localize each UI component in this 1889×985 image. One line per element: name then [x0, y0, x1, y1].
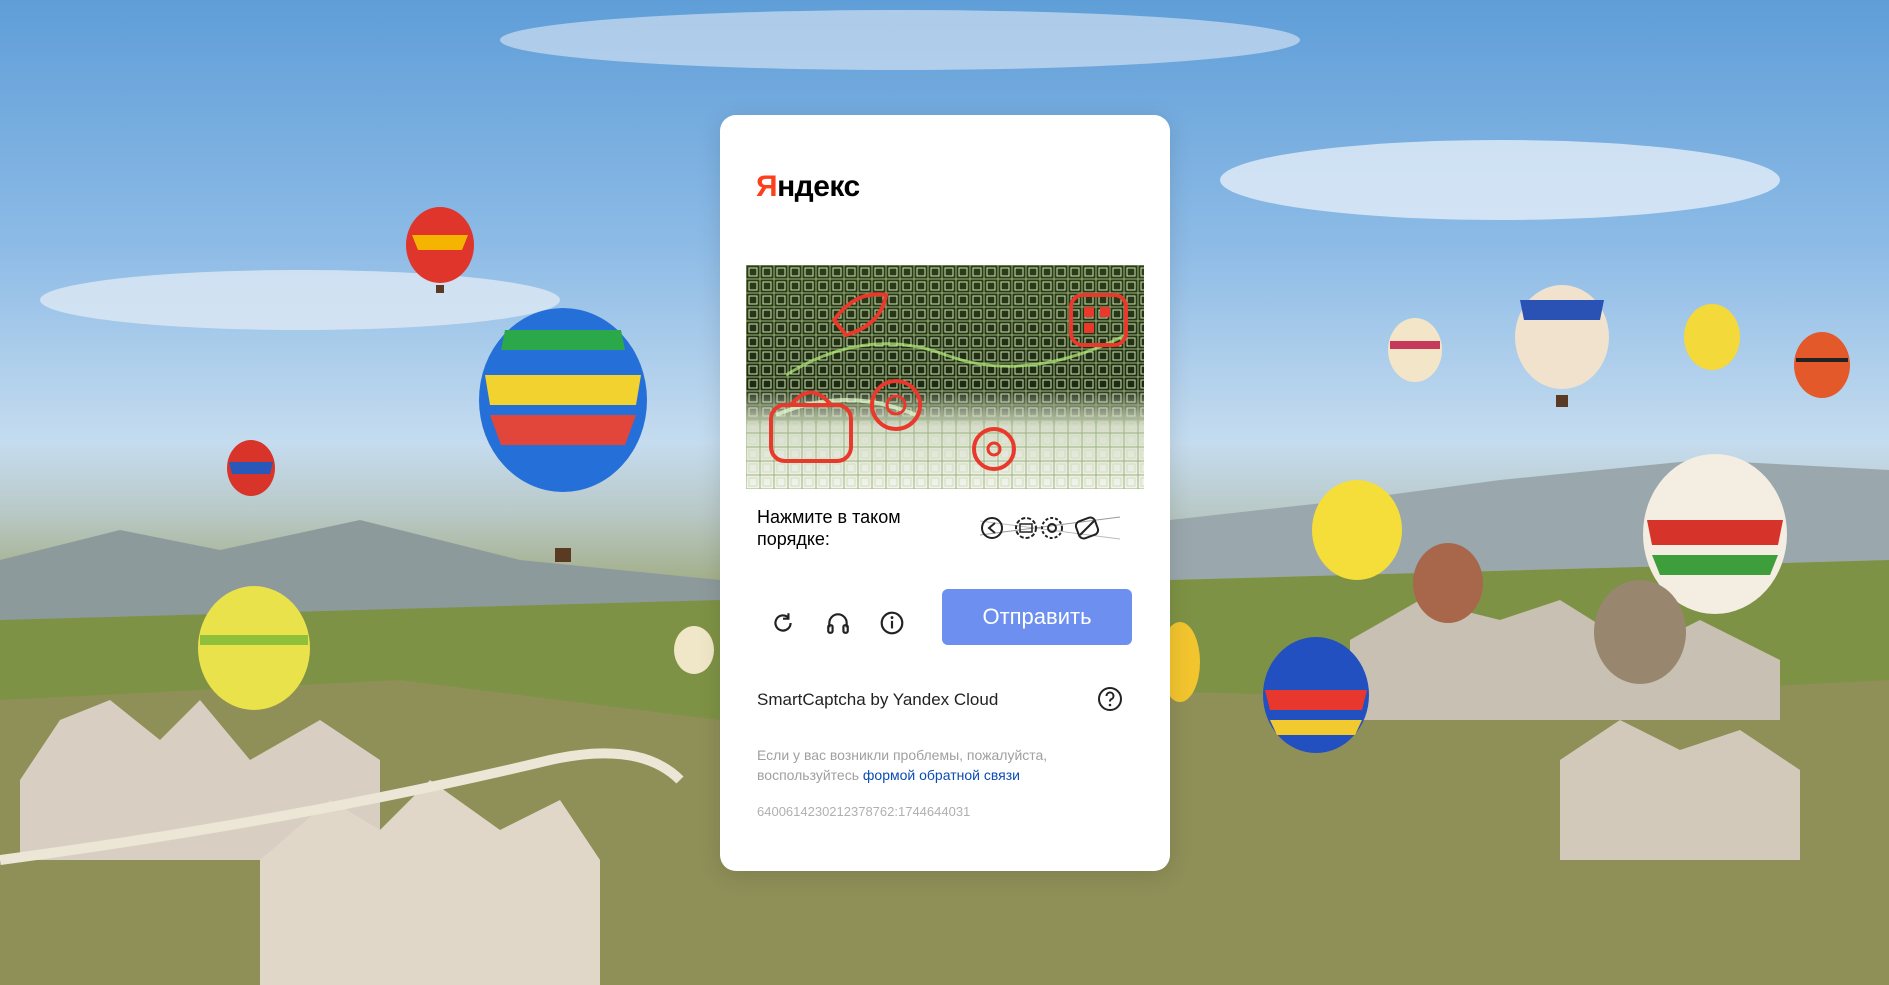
- smartcaptcha-brand: SmartCaptcha by Yandex Cloud: [757, 690, 999, 709]
- captcha-card: Яндекс Нажмите в таком порядке: Отправит…: [720, 115, 1170, 871]
- question-icon: [1098, 687, 1122, 711]
- yandex-logo: Яндекс: [756, 170, 860, 204]
- info-icon: [880, 611, 904, 635]
- audio-button[interactable]: [818, 603, 858, 643]
- order-icon-3: [1041, 517, 1063, 539]
- help-text: Если у вас возникли проблемы, пожалуйста…: [757, 745, 1137, 785]
- task-order-icons: [979, 511, 1121, 545]
- submit-button[interactable]: Отправить: [942, 589, 1132, 645]
- task-label: Нажмите в таком порядке:: [757, 507, 901, 549]
- refresh-icon: [774, 613, 792, 632]
- order-icon-1: [981, 517, 1003, 539]
- feedback-form-link[interactable]: формой обратной связи: [863, 767, 1020, 783]
- captcha-image[interactable]: [746, 265, 1144, 489]
- logo-first-letter: Я: [756, 170, 778, 203]
- help-button[interactable]: [1096, 685, 1124, 713]
- captcha-noise-grid: [746, 265, 1144, 489]
- headphones-icon: [827, 613, 849, 634]
- logo-rest: ндекс: [777, 170, 860, 203]
- info-button[interactable]: [872, 603, 912, 643]
- request-token: 6400614230212378762:1744644031: [757, 804, 971, 819]
- refresh-button[interactable]: [763, 603, 803, 643]
